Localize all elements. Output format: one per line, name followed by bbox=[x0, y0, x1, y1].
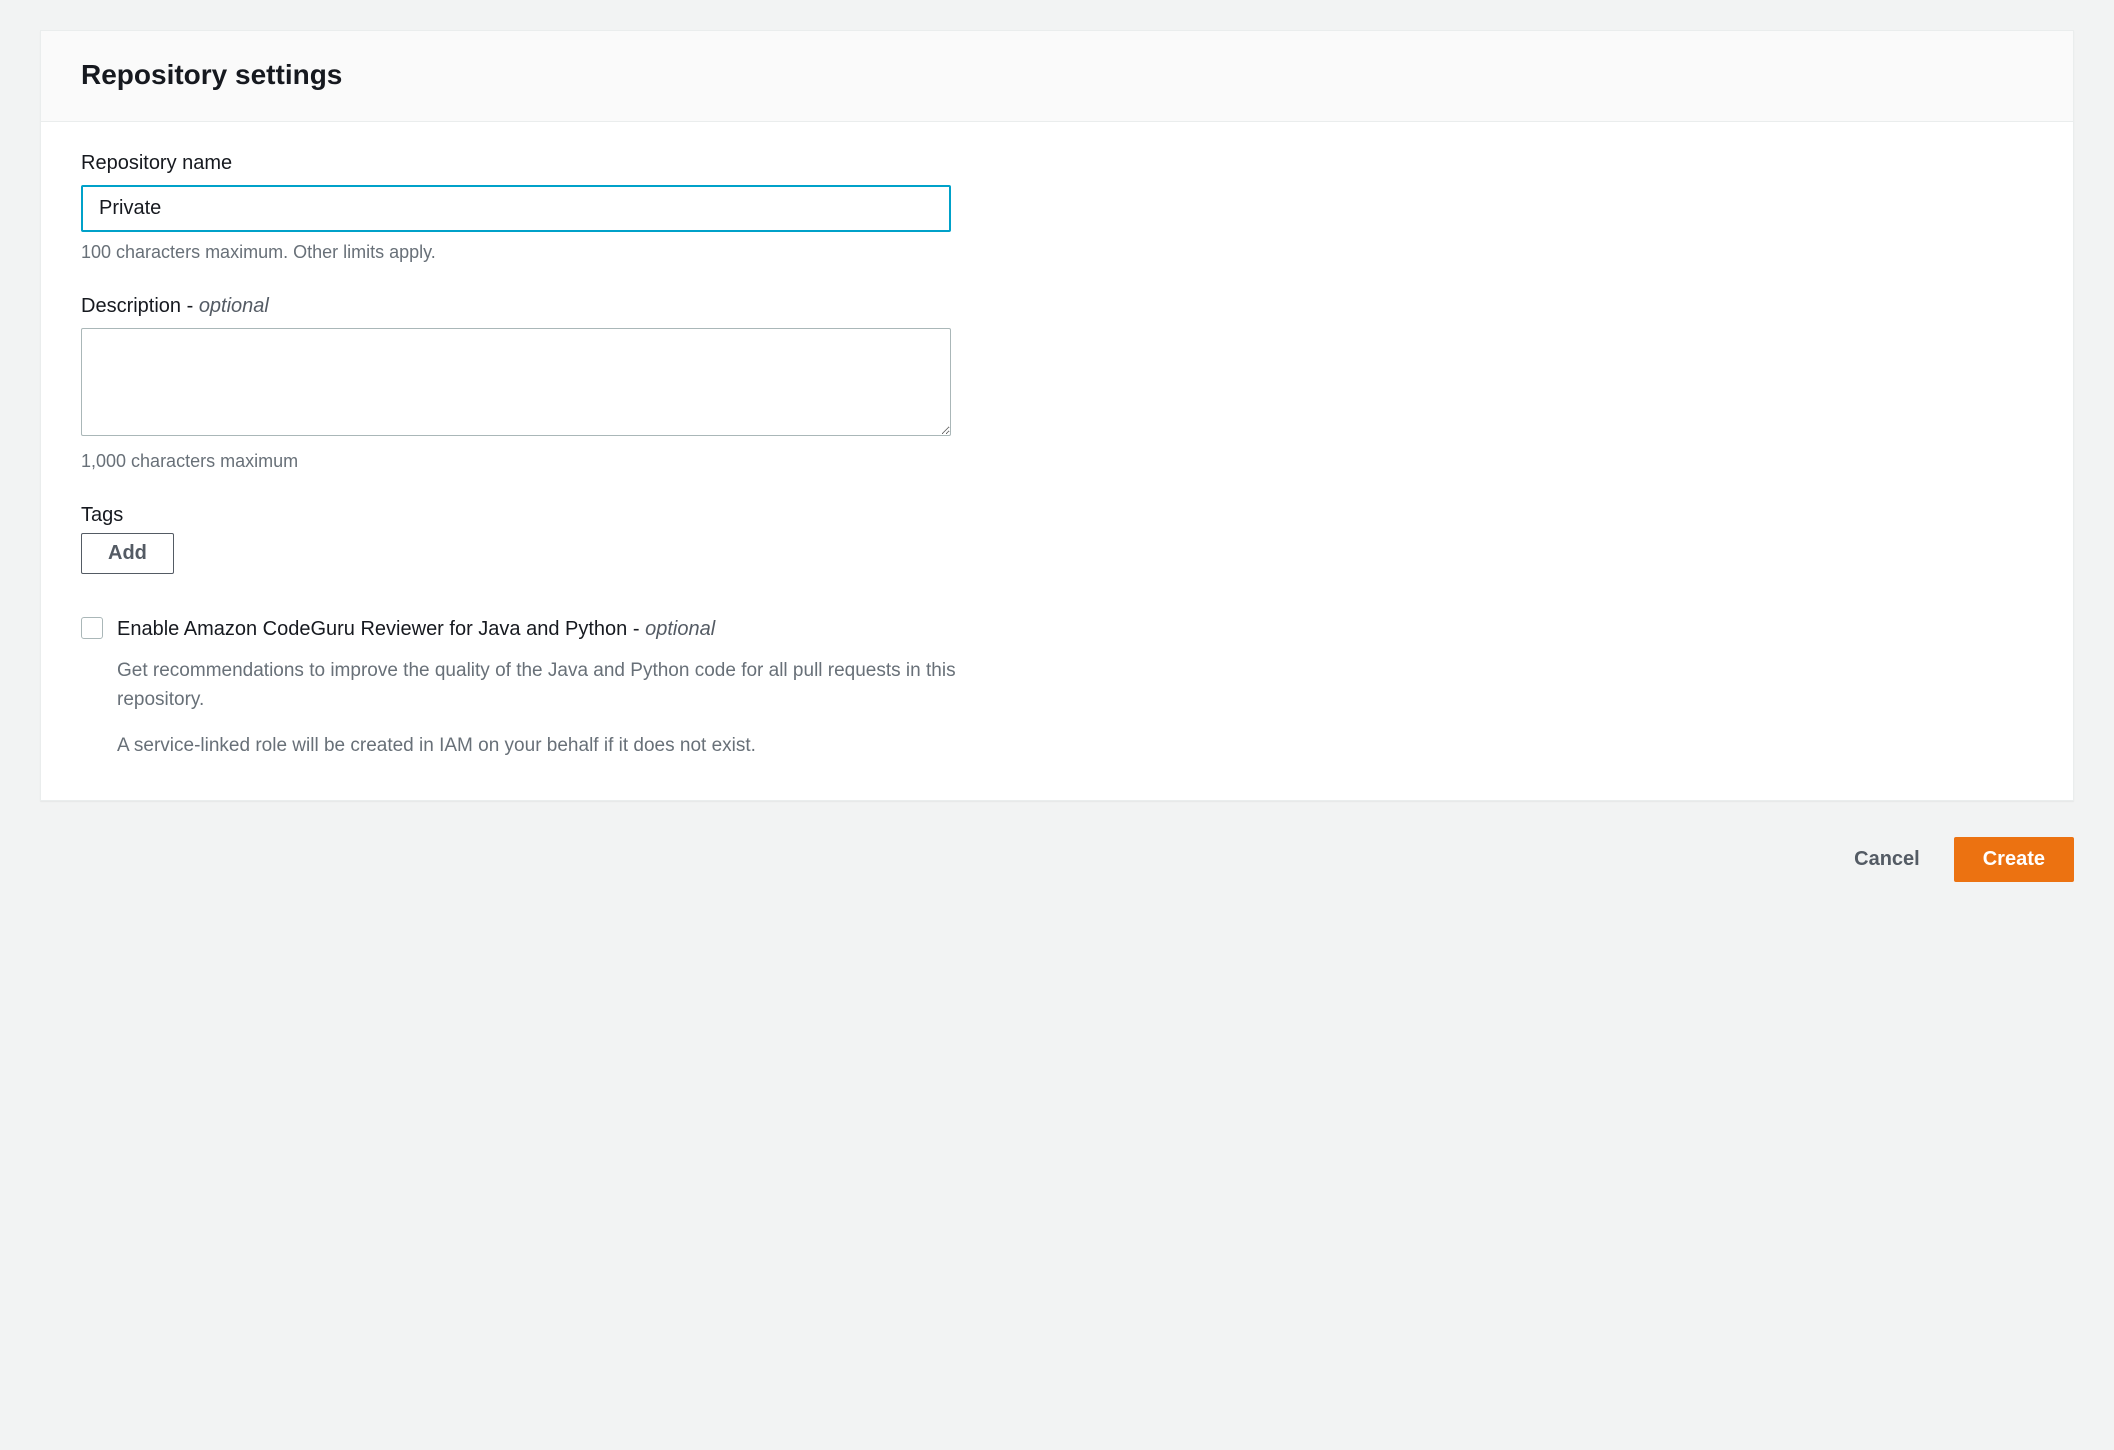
codeguru-optional: optional bbox=[645, 618, 715, 640]
codeguru-desc-1: Get recommendations to improve the quali… bbox=[117, 656, 981, 715]
codeguru-desc-2: A service-linked role will be created in… bbox=[117, 731, 981, 760]
repository-name-group: Repository name 100 characters maximum. … bbox=[81, 152, 2033, 263]
codeguru-row: Enable Amazon CodeGuru Reviewer for Java… bbox=[81, 614, 981, 760]
description-label: Description - optional bbox=[81, 295, 2033, 318]
panel-header: Repository settings bbox=[41, 31, 2073, 122]
panel-body: Repository name 100 characters maximum. … bbox=[41, 122, 2073, 800]
tags-group: Tags Add bbox=[81, 504, 2033, 574]
panel-title: Repository settings bbox=[81, 59, 2033, 91]
repository-name-input[interactable] bbox=[81, 185, 951, 232]
codeguru-label: Enable Amazon CodeGuru Reviewer for Java… bbox=[117, 614, 981, 644]
description-input[interactable] bbox=[81, 328, 951, 436]
description-help: 1,000 characters maximum bbox=[81, 451, 2033, 472]
description-optional: optional bbox=[199, 295, 269, 317]
create-button[interactable]: Create bbox=[1954, 837, 2074, 882]
add-tag-button[interactable]: Add bbox=[81, 533, 174, 574]
footer-actions: Cancel Create bbox=[40, 837, 2074, 882]
codeguru-checkbox[interactable] bbox=[81, 617, 103, 639]
repository-name-label: Repository name bbox=[81, 152, 2033, 175]
repository-settings-panel: Repository settings Repository name 100 … bbox=[40, 30, 2074, 801]
tags-label: Tags bbox=[81, 504, 2033, 527]
repository-name-help: 100 characters maximum. Other limits app… bbox=[81, 242, 2033, 263]
description-label-text: Description - bbox=[81, 295, 199, 317]
cancel-button[interactable]: Cancel bbox=[1848, 838, 1926, 881]
description-group: Description - optional 1,000 characters … bbox=[81, 295, 2033, 472]
codeguru-label-text: Enable Amazon CodeGuru Reviewer for Java… bbox=[117, 618, 645, 640]
codeguru-content: Enable Amazon CodeGuru Reviewer for Java… bbox=[117, 614, 981, 760]
